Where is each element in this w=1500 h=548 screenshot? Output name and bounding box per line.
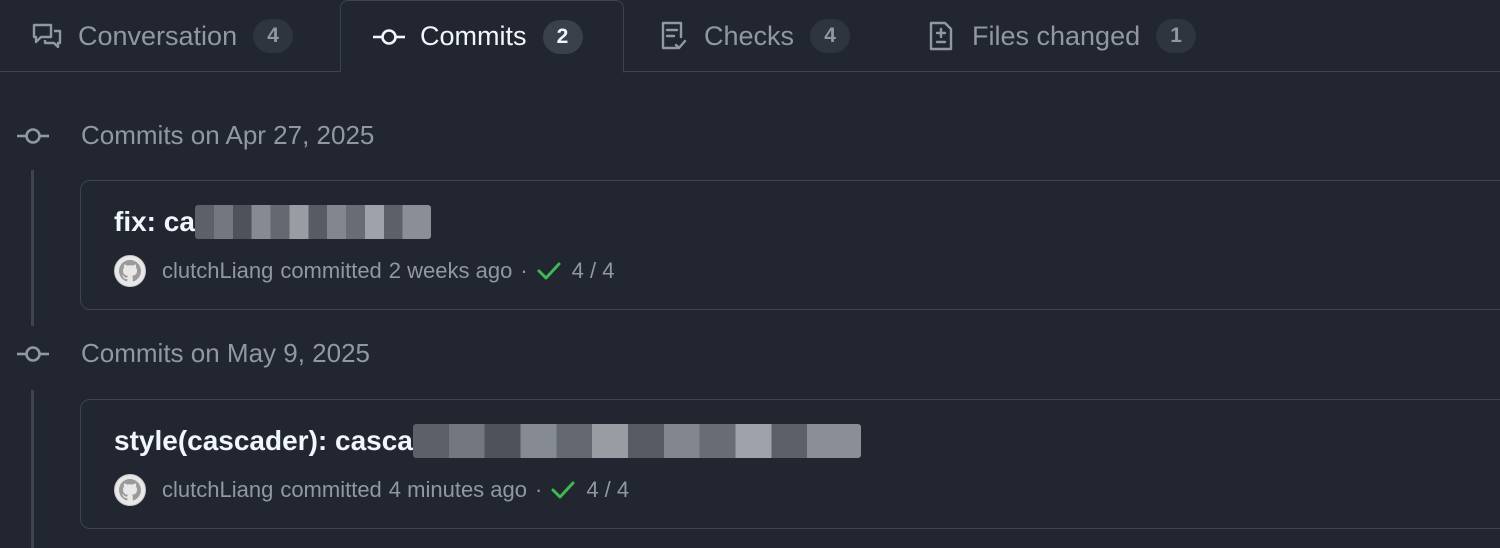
comment-discussion-icon <box>30 19 64 53</box>
meta-separator: · <box>535 477 543 502</box>
git-commit-icon <box>17 128 49 144</box>
commit-group-date: Commits on Apr 27, 2025 <box>81 120 375 150</box>
tab-label: Conversation <box>78 20 238 51</box>
commit-action-text: committed <box>280 477 382 502</box>
commit-title-link[interactable]: fix: ca <box>114 205 431 239</box>
avatar[interactable] <box>114 255 146 287</box>
commit-relative-time[interactable]: 4 minutes ago <box>389 477 527 503</box>
tab-label: Checks <box>704 20 795 51</box>
github-mark-icon <box>119 260 141 282</box>
checks-count[interactable]: 4 / 4 <box>572 258 615 284</box>
file-diff-icon <box>924 19 958 53</box>
commit-group-date: Commits on May 9, 2025 <box>81 338 371 368</box>
pr-tab-bar: Conversation 4 Commits 2 Checks 4 Files … <box>0 0 1500 73</box>
meta-separator: · <box>520 258 528 283</box>
tab-commits[interactable]: Commits 2 <box>340 0 624 73</box>
github-mark-icon <box>119 479 141 501</box>
pull-request-commits-page: Conversation 4 Commits 2 Checks 4 Files … <box>0 0 1500 548</box>
tab-checks[interactable]: Checks 4 <box>656 0 851 72</box>
timeline-line <box>31 170 34 326</box>
tab-label: Commits <box>420 21 527 51</box>
git-commit-icon <box>17 346 49 362</box>
checks-count[interactable]: 4 / 4 <box>586 477 629 503</box>
commit-author-link[interactable]: clutchLiang <box>162 477 273 503</box>
tab-files-changed[interactable]: Files changed 1 <box>924 0 1197 72</box>
tab-count-badge: 4 <box>810 19 851 53</box>
commit-card: fix: ca clutchLiang committed 2 weeks ag… <box>80 180 1500 310</box>
commit-title-link[interactable]: style(cascader): casca <box>114 424 861 458</box>
timeline-line <box>31 390 34 548</box>
avatar[interactable] <box>114 474 146 506</box>
commit-action-text: committed <box>280 258 382 283</box>
check-icon[interactable] <box>536 260 562 282</box>
tab-label: Files changed <box>972 20 1141 51</box>
commit-title-text: fix: ca <box>114 206 195 237</box>
commit-meta: clutchLiang committed 4 minutes ago · 4 … <box>114 474 629 506</box>
checklist-icon <box>656 19 690 53</box>
commit-meta: clutchLiang committed 2 weeks ago · 4 / … <box>114 255 614 287</box>
tab-count-badge: 4 <box>253 19 294 53</box>
commit-relative-time[interactable]: 2 weeks ago <box>389 258 513 284</box>
commit-card: style(cascader): casca clutchLiang commi… <box>80 399 1500 529</box>
tab-count-badge: 2 <box>542 19 583 54</box>
tab-count-badge: 1 <box>1156 19 1197 53</box>
check-icon[interactable] <box>550 479 576 501</box>
tab-conversation[interactable]: Conversation 4 <box>30 0 294 72</box>
redacted-text-block <box>194 205 431 239</box>
git-commit-icon <box>372 20 406 54</box>
commit-author-link[interactable]: clutchLiang <box>162 258 273 284</box>
commit-title-text: style(cascader): casca <box>114 425 413 456</box>
redacted-text-block <box>412 424 861 458</box>
